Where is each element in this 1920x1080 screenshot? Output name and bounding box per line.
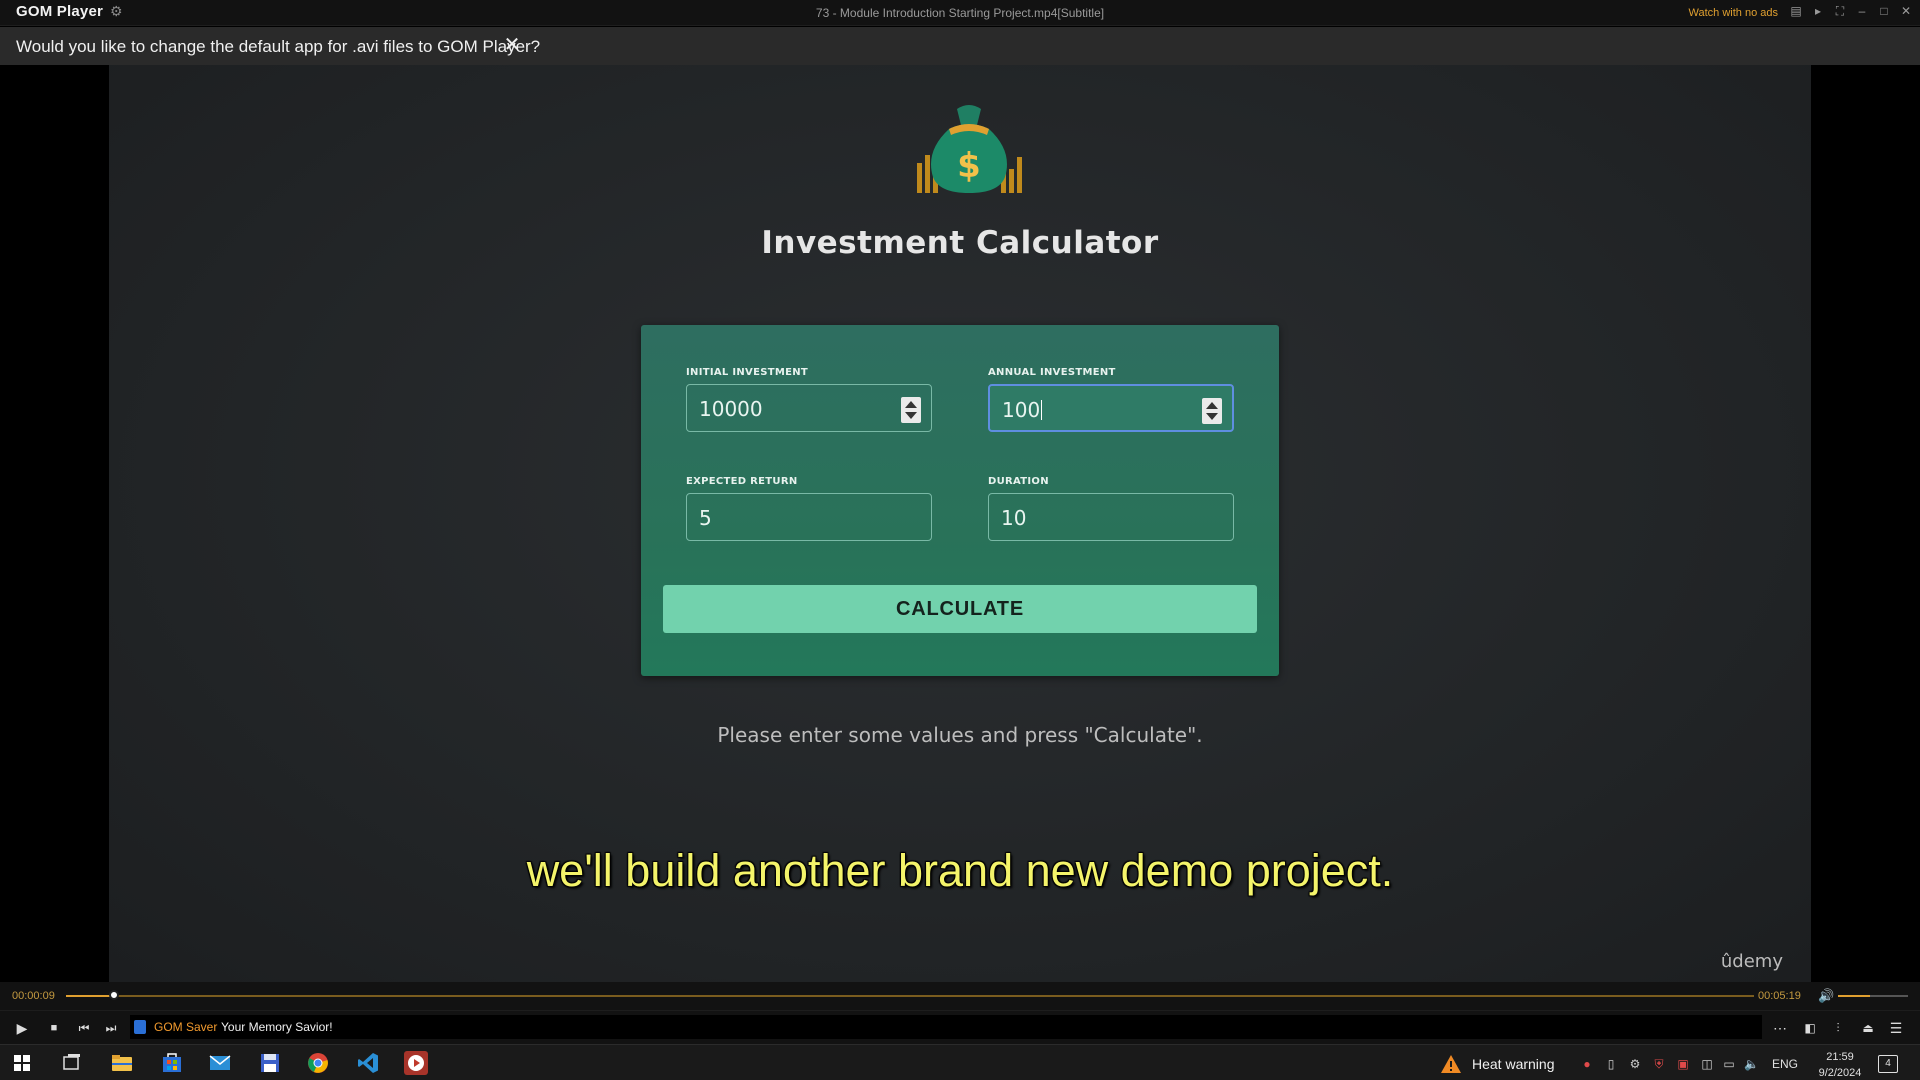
ad-text: Your Memory Savior! [221,1020,333,1034]
clock-time: 21:59 [1826,1051,1854,1063]
next-icon[interactable]: ⏭ [101,1018,121,1038]
windows-start-icon[interactable] [14,1055,30,1071]
expected-return-field: EXPECTED RETURN 5 [686,476,932,541]
window-controls: ▤ ▸ ⛶ – □ ✕ [1790,3,1912,19]
steam-tray-icon[interactable]: ⚙ [1628,1057,1642,1071]
mail-icon[interactable] [208,1051,232,1075]
gom-player-window: GOM Player ⚙ 73 - Module Introduction St… [0,0,1920,1080]
progress-track[interactable] [66,995,1754,997]
speaker-tray-icon[interactable]: 🔈 [1744,1057,1759,1071]
spinner-icon[interactable] [1202,398,1222,424]
duration-value: 10 [1001,506,1027,530]
ad-banner[interactable]: GOM Saver Your Memory Savior! [130,1015,1762,1039]
heat-warning-icon[interactable] [1440,1054,1462,1074]
gom-saver-icon [134,1020,146,1034]
udemy-watermark: ûdemy [1720,951,1783,972]
subtitle-icon[interactable]: ◧ [1800,1018,1820,1038]
minimize-icon[interactable]: – [1856,3,1868,19]
volume-fill [1838,995,1870,997]
initial-investment-value: 10000 [699,397,763,421]
clock[interactable]: 21:59 9/2/2024 [1812,1049,1868,1080]
vscode-icon[interactable] [356,1051,380,1075]
hint-text: Please enter some values and press "Calc… [717,723,1203,747]
previous-icon[interactable]: ⏮ [74,1018,94,1038]
investment-form-card: INITIAL INVESTMENT 10000 ANNUAL INVESTME… [641,325,1279,676]
shield-tray-icon[interactable]: ⛨ [1652,1057,1666,1071]
usb-tray-icon[interactable]: ▯ [1604,1057,1618,1071]
app-tray-icon[interactable]: ▣ [1676,1057,1690,1071]
maximize-icon[interactable]: □ [1878,3,1890,19]
task-view-icon[interactable] [60,1051,84,1075]
menu-icon[interactable]: ☰ [1886,1018,1906,1038]
playback-controls: ▶ ■ ⏮ ⏭ GOM Saver Your Memory Savior! ⋯ … [0,1010,1920,1044]
expected-return-value: 5 [699,506,712,530]
microsoft-store-icon[interactable] [160,1051,184,1075]
app-title: Investment Calculator [761,225,1159,261]
title-bar: GOM Player ⚙ 73 - Module Introduction St… [0,0,1920,26]
svg-text:$: $ [957,146,981,186]
progress-handle[interactable] [108,990,119,1000]
heat-warning-text[interactable]: Heat warning [1472,1056,1555,1072]
action-center-icon[interactable]: 4 [1878,1055,1898,1073]
video-frame: $ Investment Calculator INITIAL INVESTME… [109,65,1811,982]
windows-taskbar: Heat warning ● ▯ ⚙ ⛨ ▣ ◫ ▭ 🔈 ENG 21:59 9… [0,1044,1920,1080]
initial-investment-field: INITIAL INVESTMENT 10000 [686,367,932,432]
spinner-icon[interactable] [901,397,921,423]
volume-slider[interactable] [1838,995,1908,997]
notification-close-icon[interactable]: ✕ [502,35,522,55]
watch-no-ads-link[interactable]: Watch with no ads [1689,7,1778,19]
duration-label: DURATION [988,476,1049,487]
camera-tray-icon[interactable]: ◫ [1700,1057,1714,1071]
annual-investment-label: ANNUAL INVESTMENT [988,367,1116,378]
text-caret [1041,400,1043,420]
annual-investment-input[interactable]: 100 [988,384,1234,432]
calculate-button[interactable]: CALCULATE [663,585,1257,633]
duration-field: DURATION 10 [988,476,1234,541]
save-disk-icon[interactable] [258,1051,282,1075]
ad-brand: GOM Saver [154,1020,218,1034]
file-explorer-icon[interactable] [110,1051,134,1075]
fullscreen-icon[interactable]: ⛶ [1834,3,1846,19]
network-tray-icon[interactable]: ▭ [1722,1057,1736,1071]
default-app-notification: Would you like to change the default app… [0,27,1920,65]
expected-return-label: EXPECTED RETURN [686,476,798,487]
initial-investment-label: INITIAL INVESTMENT [686,367,809,378]
money-bag-logo-icon: $ [917,105,1022,193]
initial-investment-input[interactable]: 10000 [686,384,932,432]
annual-investment-field: ANNUAL INVESTMENT 100 [988,367,1234,432]
subtitle-text: we'll build another brand new demo proje… [526,845,1394,896]
current-time: 00:00:09 [12,990,55,1002]
chrome-icon[interactable] [306,1051,330,1075]
equalizer-icon[interactable]: ⫶ [1828,1018,1848,1038]
seek-bar: 00:00:09 00:05:19 🔊 [0,982,1920,1010]
eject-icon[interactable]: ⏏ [1858,1018,1878,1038]
mini-mode-icon[interactable]: ▸ [1812,3,1824,19]
gom-player-taskbar-icon[interactable] [404,1051,428,1075]
video-area[interactable]: $ Investment Calculator INITIAL INVESTME… [5,65,1915,982]
volume-icon[interactable]: 🔊 [1818,988,1834,1004]
language-indicator[interactable]: ENG [1772,1057,1798,1071]
expected-return-input[interactable]: 5 [686,493,932,541]
annual-investment-value: 100 [1002,398,1043,422]
record-tray-icon[interactable]: ● [1580,1057,1594,1071]
total-time: 00:05:19 [1758,990,1801,1002]
progress-fill [66,995,115,997]
playlist-icon[interactable]: ▤ [1790,3,1802,19]
more-icon[interactable]: ⋯ [1770,1018,1790,1038]
duration-input[interactable]: 10 [988,493,1234,541]
window-title: 73 - Module Introduction Starting Projec… [815,6,1105,20]
play-icon[interactable]: ▶ [12,1018,32,1038]
close-icon[interactable]: ✕ [1900,3,1912,19]
clock-date: 9/2/2024 [1818,1067,1862,1079]
notification-text: Would you like to change the default app… [16,37,541,56]
stop-icon[interactable]: ■ [44,1018,64,1038]
